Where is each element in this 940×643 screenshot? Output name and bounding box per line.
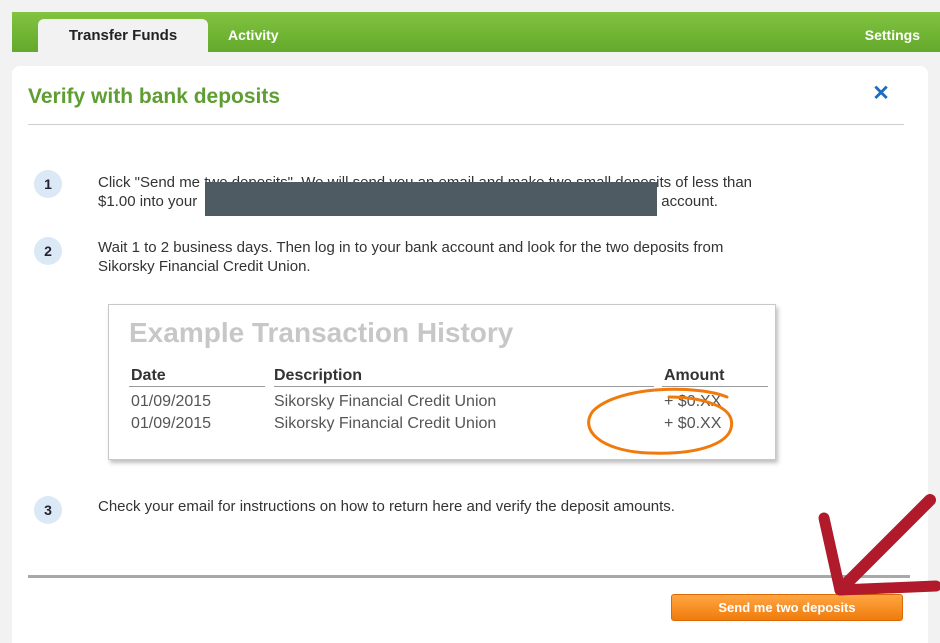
- example-title: Example Transaction History: [129, 317, 514, 348]
- redacted-account-block: [205, 182, 658, 216]
- tab-transfer-funds[interactable]: Transfer Funds: [38, 19, 208, 52]
- dialog-title: Verify with bank deposits: [28, 85, 281, 108]
- close-x-icon[interactable]: ✕: [870, 82, 892, 105]
- step-3-badge: 3: [34, 496, 62, 524]
- header-date: Date: [131, 367, 166, 384]
- example-transaction-history: Example Transaction History Date Descrip…: [108, 304, 776, 460]
- settings-link[interactable]: Settings: [865, 27, 920, 43]
- step-1-text: Click "Send me two deposits". We will se…: [98, 173, 898, 226]
- step-2-text: Wait 1 to 2 business days. Then log in t…: [98, 238, 898, 276]
- row-2-date: 01/09/2015: [131, 415, 212, 432]
- top-navigation-bar: Transfer Funds Activity Settings: [12, 12, 940, 52]
- divider: [28, 575, 910, 578]
- step-1-line2-after: account.: [661, 193, 718, 210]
- step-2-line2: Sikorsky Financial Credit Union.: [98, 258, 311, 275]
- row-1-description: Sikorsky Financial Credit Union: [274, 393, 497, 410]
- step-2-badge: 2: [34, 237, 62, 265]
- divider: [28, 124, 904, 125]
- step-2-line1: Wait 1 to 2 business days. Then log in t…: [98, 239, 724, 256]
- verify-dialog: Verify with bank deposits ✕ 1 Click "Sen…: [12, 66, 928, 643]
- tab-activity[interactable]: Activity: [228, 27, 279, 43]
- step-1-line2: $1.00 into your account.: [98, 182, 898, 226]
- step-3-text: Check your email for instructions on how…: [98, 498, 675, 515]
- red-arrow-annotation: [818, 494, 940, 596]
- header-description: Description: [274, 367, 363, 384]
- step-1-badge: 1: [34, 170, 62, 198]
- row-1-date: 01/09/2015: [131, 393, 212, 410]
- header-underline: [129, 386, 265, 387]
- row-2-description: Sikorsky Financial Credit Union: [274, 415, 497, 432]
- step-1-line2-before: $1.00 into your: [98, 193, 198, 210]
- highlight-circle-annotation: [587, 387, 734, 455]
